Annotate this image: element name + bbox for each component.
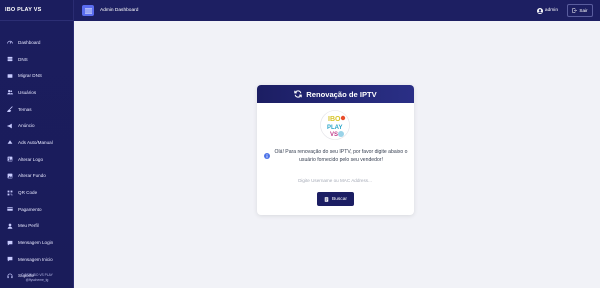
payment-icon: [6, 206, 13, 212]
hamburger-icon: [84, 7, 92, 14]
sidebar-item-label: Dashboard: [18, 39, 41, 45]
profile-icon: [6, 223, 13, 229]
logo-icon: [6, 156, 13, 162]
ibo-play-logo: IBO PLAY VS: [320, 110, 350, 140]
sidebar-item-label: Ads Auto/Manual: [18, 139, 53, 145]
page-title: Admin Dashboard: [100, 8, 139, 13]
renewal-card: Renovação de IPTV IBO PLAY VS Olá! Para …: [257, 85, 414, 215]
sidebar-item-temas[interactable]: Temas: [0, 101, 73, 118]
sidebar-item-label: Meu Perfil: [18, 223, 39, 229]
user-menu[interactable]: admin: [536, 0, 558, 21]
card-title: Renovação de IPTV: [306, 89, 377, 99]
document-icon: [324, 196, 329, 202]
sidebar-item-alterar-logo[interactable]: Alterar Logo: [0, 151, 73, 168]
message-icon: [6, 256, 13, 262]
logout-label: Sair: [579, 8, 588, 13]
logo-text-ibo: IBO: [328, 116, 341, 123]
topbar: Admin Dashboard admin Sair: [74, 0, 600, 21]
user-circle-icon: [536, 7, 543, 14]
sidebar-item-alterar-fundo[interactable]: Alterar Fundo: [0, 168, 73, 185]
sidebar-item-qr-code[interactable]: QR Code: [0, 184, 73, 201]
dashboard-icon: [6, 39, 13, 45]
sidebar-item-label: Anúncio: [18, 123, 35, 129]
info-message: Olá! Para renovação do seu IPTV, por fav…: [264, 148, 409, 164]
ads-icon: [6, 139, 13, 145]
announcement-icon: [6, 123, 13, 129]
info-icon: [264, 153, 270, 159]
sidebar-item-label: Mensagem Login: [18, 240, 54, 246]
brand-title: IBO PLAY VS: [0, 0, 73, 21]
sidebar-item-ads-auto-manual[interactable]: Ads Auto/Manual: [0, 134, 73, 151]
dns-icon: [6, 56, 13, 62]
sidebar-item-label: DNS: [18, 56, 28, 62]
background-icon: [6, 173, 13, 179]
sidebar-item-pagamento[interactable]: Pagamento: [0, 201, 73, 218]
logo-text-play: PLAY: [327, 125, 342, 131]
username-mac-input[interactable]: [271, 174, 399, 186]
sidebar: IBO PLAY VS Dashboard DNS Migrar DNS Usuári…: [0, 0, 74, 288]
card-header: Renovação de IPTV: [257, 85, 414, 103]
sidebar-item-migrar-dns[interactable]: Migrar DNS: [0, 67, 73, 84]
user-name: admin: [544, 8, 558, 13]
sidebar-item-label: Pagamento: [18, 206, 42, 212]
sidebar-item-label: QR Code: [18, 190, 38, 196]
sidebar-item-label: Temas: [18, 106, 32, 112]
sidebar-item-mensagem-inicio[interactable]: Mensagem Inicio: [0, 251, 73, 268]
menu-toggle-button[interactable]: [82, 5, 94, 16]
sidebar-item-meu-perfil[interactable]: Meu Perfil: [0, 218, 73, 235]
scrollbar[interactable]: [594, 21, 600, 288]
sidebar-item-label: Migrar DNS: [18, 73, 42, 79]
sidebar-item-label: Alterar Fundo: [18, 173, 46, 179]
sidebar-item-label: Alterar Logo: [18, 156, 44, 162]
sidebar-item-anuncio[interactable]: Anúncio: [0, 117, 73, 134]
info-text: Olá! Para renovação do seu IPTV, por fav…: [274, 149, 408, 163]
sidebar-item-dns[interactable]: DNS: [0, 51, 73, 68]
sidebar-footer: © 2025 IBO VS PLAY @flyscheme_tg: [0, 273, 74, 283]
migrate-icon: [6, 73, 13, 79]
sidebar-nav: Dashboard DNS Migrar DNS Usuários Temas Anúnc…: [0, 21, 73, 284]
footer-credit: @flyscheme_tg: [25, 278, 49, 282]
qr-code-icon: [6, 190, 13, 196]
search-button-label: Buscar: [332, 196, 347, 202]
sidebar-item-label: Usuários: [18, 89, 37, 95]
search-button[interactable]: Buscar: [317, 192, 354, 206]
sidebar-item-dashboard[interactable]: Dashboard: [0, 34, 73, 51]
refresh-icon: [294, 90, 302, 98]
sidebar-item-usuarios[interactable]: Usuários: [0, 84, 73, 101]
themes-icon: [6, 106, 13, 113]
logo-text-vs: VS: [330, 132, 338, 138]
logout-icon: [572, 8, 578, 13]
message-icon: [6, 240, 13, 246]
logout-button[interactable]: Sair: [567, 4, 593, 17]
sidebar-item-mensagem-login[interactable]: Mensagem Login: [0, 234, 73, 251]
users-icon: [6, 89, 13, 95]
sidebar-item-label: Mensagem Inicio: [18, 256, 53, 262]
